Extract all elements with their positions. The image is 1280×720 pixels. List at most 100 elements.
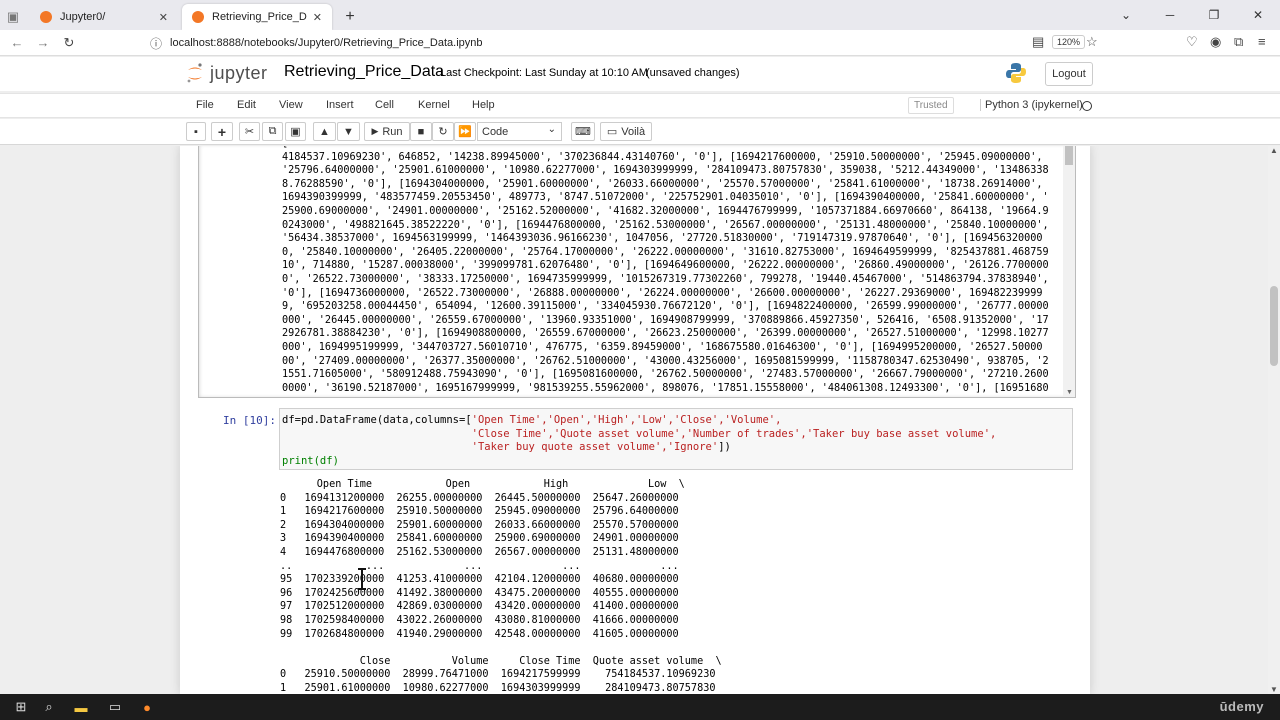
tab-list-icon[interactable]: ⌄ (1104, 8, 1148, 22)
run-label: Run (382, 125, 403, 138)
output-scrollbar-thumb[interactable] (1065, 146, 1073, 165)
code-line3-columns: 'Taker buy quote asset volume','Ignore' (471, 441, 719, 454)
file-explorer-icon[interactable]: ▬ (72, 698, 90, 716)
jupyter-logo-icon (187, 63, 202, 83)
page-scrollbar-thumb[interactable] (1270, 286, 1278, 366)
pocket-icon[interactable]: ♡ (1186, 34, 1198, 50)
cell-type-select[interactable]: Code ⌄ (477, 122, 562, 141)
notebook-name[interactable]: Retrieving_Price_Data (284, 63, 444, 81)
code-text: df=pd.DataFrame(data,columns=['Open Time… (282, 414, 996, 468)
notebook-toolbar: ▪ + ✂ ⧉ ▣ ▲ ▼ ▶ Run ■ ↻ ⏩ Code ⌄ ⌨ ▭ Voi… (0, 119, 1280, 145)
menu-icon[interactable]: ≡ (1258, 34, 1266, 49)
scroll-down-icon[interactable]: ▼ (1066, 389, 1073, 396)
new-tab-icon[interactable]: + (338, 4, 362, 30)
kernel-name[interactable]: Python 3 (ipykernel) (980, 99, 1083, 111)
code-line1-prefix: df=pd.DataFrame(data,columns=[ (282, 414, 472, 426)
move-down-icon[interactable]: ▼ (337, 122, 360, 141)
tab-overview-icon[interactable]: ▣ (0, 4, 26, 30)
close-tab-icon[interactable]: ✕ (313, 11, 322, 24)
extensions-icon[interactable]: ⧉ (1234, 34, 1243, 50)
windows-start-icon[interactable]: ⊞ (12, 698, 30, 716)
os-taskbar: ⊞ ⌕ ▬ ▭ ● ūdemy (0, 694, 1280, 720)
code-line3-end: ]) (718, 441, 731, 454)
url-bar[interactable]: ⓘ localhost:8888/notebooks/Jupyter0/Retr… (150, 32, 1105, 54)
close-tab-icon[interactable]: ✕ (159, 11, 168, 24)
menu-edit[interactable]: Edit (237, 99, 256, 111)
tab-jupyter-home[interactable]: Jupyter0/ ✕ (30, 4, 178, 30)
checkpoint-status: Last Checkpoint: Last Sunday at 10:10 AM (440, 67, 648, 79)
scroll-down-icon[interactable]: ▼ (1270, 685, 1278, 694)
save-icon[interactable]: ▪ (186, 122, 206, 141)
cell-type-value: Code (482, 125, 509, 138)
menu-help[interactable]: Help (472, 99, 495, 111)
restart-run-all-icon[interactable]: ⏩ (454, 122, 476, 141)
menu-file[interactable]: File (196, 99, 214, 111)
terminal-icon[interactable]: ▭ (106, 698, 124, 716)
voila-label: Voilà (621, 125, 646, 138)
scroll-up-icon[interactable]: ▲ (1270, 146, 1278, 155)
close-window-icon[interactable]: ✕ (1236, 8, 1280, 22)
restore-icon[interactable]: ❐ (1192, 8, 1236, 22)
code-editor[interactable]: df=pd.DataFrame(data,columns=['Open Time… (279, 408, 1073, 470)
move-up-icon[interactable]: ▲ (313, 122, 336, 141)
menu-bar: File Edit View Insert Cell Kernel Help T… (0, 93, 1280, 118)
python-logo-icon (1006, 63, 1026, 83)
voila-icon: ▭ (606, 126, 618, 138)
reload-icon[interactable]: ↻ (56, 35, 82, 51)
back-icon[interactable]: ← (4, 35, 30, 50)
menu-cell[interactable]: Cell (375, 99, 394, 111)
chevron-down-icon: ⌄ (547, 124, 556, 135)
paste-icon[interactable]: ▣ (285, 122, 306, 141)
search-icon[interactable]: ⌕ (40, 698, 58, 716)
cut-icon[interactable]: ✂ (239, 122, 260, 141)
text-cursor-icon (358, 568, 366, 590)
tab-notebook[interactable]: Retrieving_Price_Data - Jupyter ✕ (182, 4, 332, 30)
output-scrollbar[interactable]: ▼ (1063, 146, 1075, 397)
forward-icon[interactable]: → (30, 35, 56, 50)
jupyter-favicon-icon (192, 11, 204, 23)
jupyter-header: jupyter Retrieving_Price_Data Last Check… (0, 57, 1280, 91)
menu-view[interactable]: View (279, 99, 303, 111)
page-scrollbar[interactable]: ▲ ▼ (1268, 146, 1280, 694)
unsaved-status: (unsaved changes) (646, 67, 740, 79)
run-button[interactable]: ▶ Run (364, 122, 410, 141)
notebook-container[interactable]: [ 4184537.10969230', 646852, '14238.8994… (0, 146, 1280, 694)
browser-nav-bar: ← → ↻ ⓘ localhost:8888/notebooks/Jupyter… (0, 30, 1280, 56)
voila-button[interactable]: ▭ Voilà (600, 122, 652, 141)
scrolled-output-area[interactable]: [ 4184537.10969230', 646852, '14238.8994… (198, 146, 1076, 398)
logout-button[interactable]: Logout (1045, 62, 1093, 86)
insert-cell-icon[interactable]: + (211, 122, 233, 141)
cell-prompt: In [10]: (223, 414, 276, 427)
tab-title: Retrieving_Price_Data - Jupyter (212, 11, 307, 23)
url-text: localhost:8888/notebooks/Jupyter0/Retrie… (170, 37, 483, 49)
code-cell[interactable]: In [10]: df=pd.DataFrame(data,columns=['… (197, 408, 1075, 470)
udemy-watermark: ūdemy (1219, 699, 1264, 714)
dataframe-text: Open Time Open High Low \ 0 169413120000… (280, 479, 722, 694)
code-line2-columns: 'Close Time','Quote asset volume','Numbe… (471, 427, 997, 440)
dataframe-output: Open Time Open High Low \ 0 169413120000… (280, 478, 1060, 694)
browser-tab-bar: ▣ Jupyter0/ ✕ Retrieving_Price_Data - Ju… (0, 0, 1280, 30)
menu-insert[interactable]: Insert (326, 99, 354, 111)
keyboard-icon[interactable]: ⌨ (571, 122, 595, 141)
raw-data-output: [ 4184537.10969230', 646852, '14238.8994… (282, 146, 1049, 394)
jupyter-logo[interactable]: jupyter (186, 62, 268, 84)
stop-icon[interactable]: ■ (410, 122, 432, 141)
trusted-badge[interactable]: Trusted (908, 97, 954, 114)
minimize-icon[interactable]: ─ (1148, 8, 1192, 22)
jupyter-favicon-icon (40, 11, 52, 23)
reader-view-icon[interactable]: ▤ (1032, 34, 1044, 50)
restart-icon[interactable]: ↻ (432, 122, 454, 141)
menu-kernel[interactable]: Kernel (418, 99, 450, 111)
site-info-icon[interactable]: ⓘ (150, 35, 162, 52)
jupyter-logo-text: jupyter (210, 62, 268, 83)
notebook-page: [ 4184537.10969230', 646852, '14238.8994… (180, 146, 1090, 694)
copy-icon[interactable]: ⧉ (262, 122, 283, 141)
code-line4: print(df) (282, 454, 339, 467)
kernel-status-icon (1082, 101, 1092, 111)
window-controls: ⌄ ─ ❐ ✕ (1104, 0, 1280, 30)
account-icon[interactable]: ◉ (1210, 34, 1221, 50)
bookmark-star-icon[interactable]: ☆ (1086, 34, 1098, 50)
zoom-level[interactable]: 120% (1052, 35, 1086, 49)
firefox-icon[interactable]: ● (138, 698, 156, 716)
run-icon: ▶ (371, 126, 379, 136)
